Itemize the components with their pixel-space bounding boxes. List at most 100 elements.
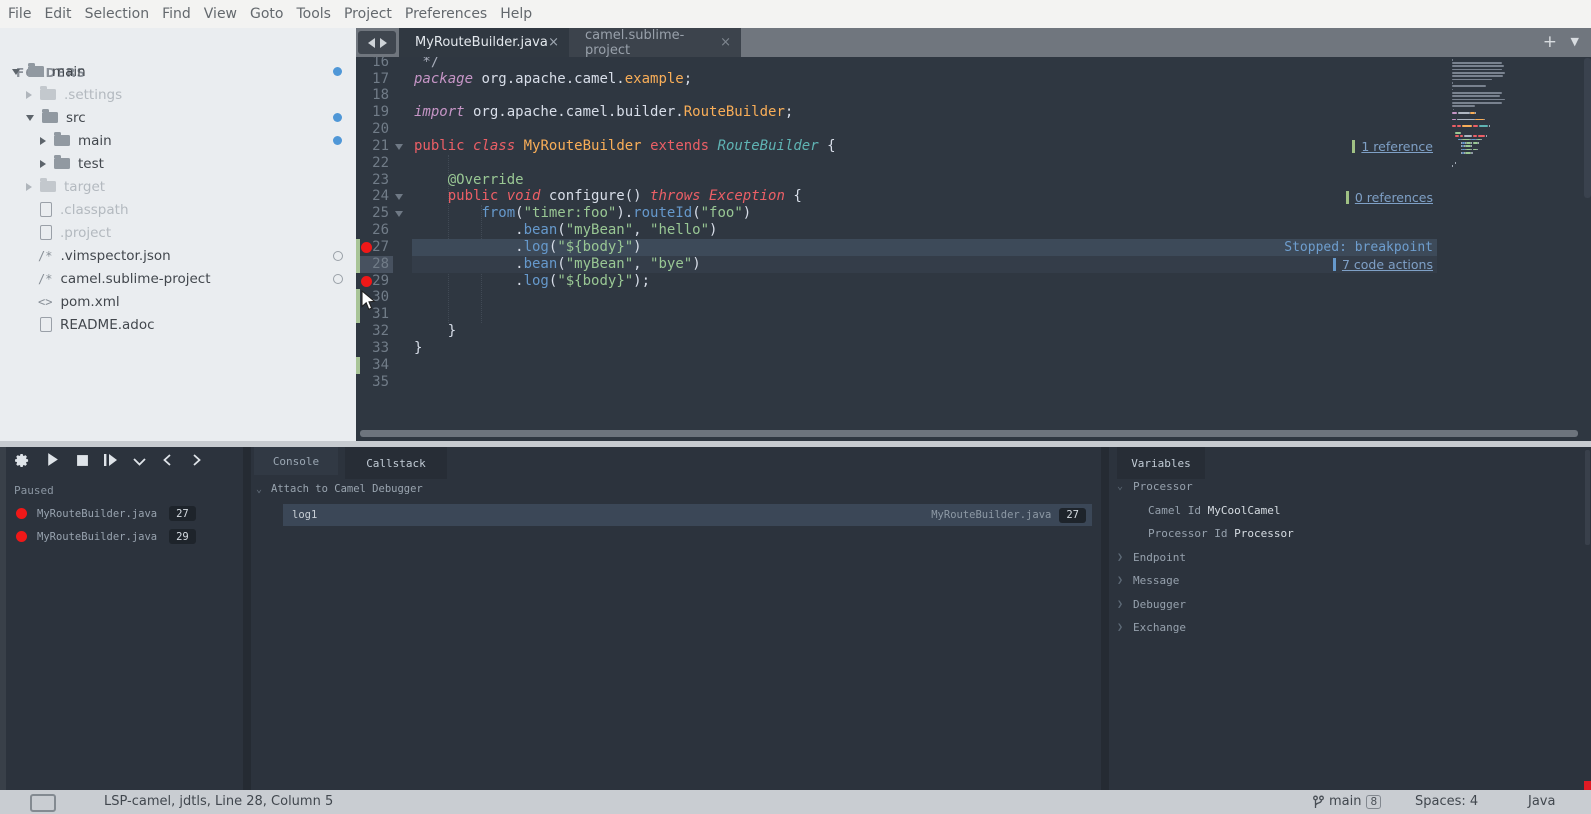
line-number[interactable]: 24 [356, 188, 389, 205]
line-number[interactable]: 29 [356, 273, 389, 290]
annotation-1-reference[interactable]: 1 reference [1352, 139, 1433, 154]
chevron-down-icon[interactable]: ⌄ [256, 484, 262, 495]
code-line-29[interactable]: 29 .log("${body}"); [356, 273, 1591, 290]
code-line-16[interactable]: 16 */ [356, 57, 1591, 71]
editor-vertical-scrollbar[interactable] [1584, 58, 1591, 198]
menu-item-find[interactable]: Find [162, 6, 191, 22]
menu-item-preferences[interactable]: Preferences [405, 6, 487, 22]
code-line-19[interactable]: 19import org.apache.camel.builder.RouteB… [356, 104, 1591, 121]
sidebar-item-pom-xml[interactable]: <>pom.xml [0, 290, 356, 313]
variable-debugger[interactable]: ❯Debugger [1117, 598, 1186, 611]
chevron-collapsed-icon[interactable] [40, 137, 46, 145]
new-tab-button[interactable]: + [1543, 32, 1557, 52]
code-line-33[interactable]: 33} [356, 340, 1591, 357]
panel-scrollbar[interactable] [1585, 450, 1590, 545]
line-number[interactable]: 23 [356, 172, 389, 189]
tab-callstack[interactable]: Callstack [345, 447, 447, 479]
line-number[interactable]: 33 [356, 340, 389, 357]
variable-message[interactable]: ❯Message [1117, 574, 1179, 587]
stop-icon[interactable] [76, 452, 89, 471]
menu-item-help[interactable]: Help [500, 6, 532, 22]
code-line-26[interactable]: 26 .bean("myBean", "hello") [356, 222, 1591, 239]
menu-item-goto[interactable]: Goto [250, 6, 283, 22]
menu-item-project[interactable]: Project [344, 6, 392, 22]
variable-endpoint[interactable]: ❯Endpoint [1117, 551, 1186, 564]
close-icon[interactable]: × [720, 35, 731, 50]
code-line-20[interactable]: 20 [356, 121, 1591, 138]
callstack-frame-row[interactable]: log1MyRouteBuilder.java27 [283, 504, 1092, 526]
step-icon[interactable] [103, 452, 118, 471]
code-editor[interactable]: 16 */17package org.apache.camel.example;… [356, 57, 1591, 427]
variable-exchange[interactable]: ❯Exchange [1117, 621, 1186, 634]
chevron-right-icon[interactable] [192, 452, 202, 471]
line-number[interactable]: 16 [356, 57, 389, 71]
forward-icon[interactable] [380, 38, 387, 48]
fold-arrow-icon[interactable] [395, 194, 403, 200]
code-line-22[interactable]: 22 [356, 155, 1591, 172]
chevron-right-icon[interactable]: ❯ [1117, 552, 1133, 563]
settings-gear-icon[interactable] [14, 452, 31, 473]
sidebar-item-src[interactable]: src [0, 106, 356, 129]
play-icon[interactable] [45, 452, 60, 471]
code-line-34[interactable]: 34 [356, 357, 1591, 374]
git-branch-status[interactable]: main 8 [1313, 794, 1381, 809]
line-number[interactable]: 20 [356, 121, 389, 138]
back-icon[interactable] [368, 38, 375, 48]
tab-overflow-icon[interactable]: ▼ [1571, 35, 1579, 48]
chevron-down-icon[interactable] [132, 452, 147, 471]
line-number[interactable]: 18 [356, 87, 389, 104]
close-icon[interactable]: × [548, 35, 559, 50]
code-line-18[interactable]: 18 [356, 87, 1591, 104]
editor-horizontal-scrollbar[interactable] [360, 430, 1578, 437]
variable-child-row[interactable]: Processor Id Processor [1148, 527, 1294, 540]
indentation-status[interactable]: Spaces: 4 [1415, 794, 1478, 809]
breakpoint-row[interactable]: MyRouteBuilder.java27 [16, 506, 196, 521]
tab-variables[interactable]: Variables [1117, 447, 1205, 479]
line-number[interactable]: 22 [356, 155, 389, 172]
line-number[interactable]: 35 [356, 374, 389, 391]
annotation-7-code-actions[interactable]: 7 code actions [1333, 257, 1433, 272]
panel-toggle-icon[interactable] [30, 794, 56, 812]
chevron-expanded-icon[interactable] [26, 115, 34, 121]
chevron-collapsed-icon[interactable] [26, 183, 32, 191]
tab-console[interactable]: Console [254, 447, 338, 475]
menu-item-edit[interactable]: Edit [44, 6, 71, 22]
code-line-23[interactable]: 23 @Override [356, 172, 1591, 189]
variable-child-row[interactable]: Camel Id MyCoolCamel [1148, 504, 1280, 517]
tab-history-nav[interactable] [358, 31, 396, 54]
chevron-collapsed-icon[interactable] [40, 160, 46, 168]
sidebar-item-test[interactable]: test [0, 152, 356, 175]
chevron-down-icon[interactable]: ⌄ [1117, 481, 1133, 492]
line-number[interactable]: 27 [356, 239, 389, 256]
sidebar-item--settings[interactable]: .settings [0, 83, 356, 106]
fold-arrow-icon[interactable] [395, 211, 403, 217]
code-line-35[interactable]: 35 [356, 374, 1591, 391]
line-number[interactable]: 19 [356, 104, 389, 121]
sidebar-item-main[interactable]: main [0, 129, 356, 152]
sidebar-item-readme-adoc[interactable]: README.adoc [0, 313, 356, 336]
line-number[interactable]: 17 [356, 71, 389, 88]
code-line-31[interactable]: 31 [356, 306, 1591, 323]
sidebar-item-main[interactable]: main [0, 60, 356, 83]
sidebar-item--vimspector-json[interactable]: /*.vimspector.json [0, 244, 356, 267]
code-line-25[interactable]: 25 from("timer:foo").routeId("foo") [356, 205, 1591, 222]
chevron-expanded-icon[interactable] [12, 69, 20, 75]
chevron-collapsed-icon[interactable] [26, 91, 32, 99]
chevron-right-icon[interactable]: ❯ [1117, 599, 1133, 610]
sidebar-item--project[interactable]: .project [0, 221, 356, 244]
line-number[interactable]: 28 [356, 256, 389, 273]
syntax-status[interactable]: Java [1528, 794, 1555, 809]
callstack-thread[interactable]: ⌄ Attach to Camel Debugger [256, 483, 423, 495]
variable-processor[interactable]: ⌄Processor [1117, 480, 1193, 493]
line-number[interactable]: 25 [356, 205, 389, 222]
chevron-right-icon[interactable]: ❯ [1117, 622, 1133, 633]
line-number[interactable]: 26 [356, 222, 389, 239]
menu-item-view[interactable]: View [204, 6, 237, 22]
fold-arrow-icon[interactable] [395, 144, 403, 150]
line-number[interactable]: 21 [356, 138, 389, 155]
line-number[interactable]: 34 [356, 357, 389, 374]
minimap[interactable] [1452, 58, 1508, 174]
sidebar-item-camel-sublime-project[interactable]: /*camel.sublime-project [0, 267, 356, 290]
chevron-right-icon[interactable]: ❯ [1117, 575, 1133, 586]
sidebar-item--classpath[interactable]: .classpath [0, 198, 356, 221]
